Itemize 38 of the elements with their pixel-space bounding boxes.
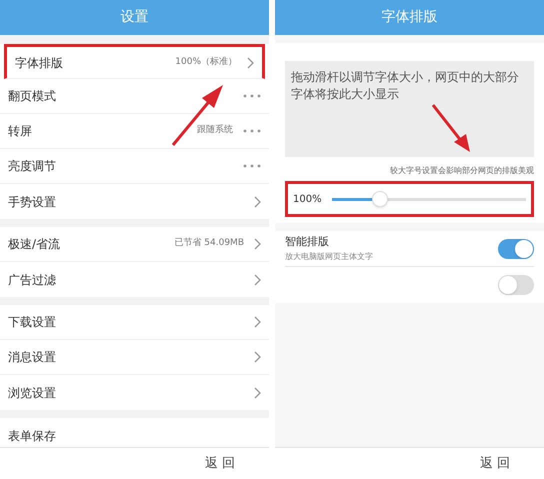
row-label: 下载设置 [8, 314, 57, 331]
back-button[interactable]: 返 回 [476, 454, 514, 474]
back-button[interactable]: 返 回 [200, 454, 239, 474]
row-label: 广告过滤 [8, 272, 57, 288]
toggle-label: 智能排版 [285, 234, 330, 250]
row-label: 极速/省流 [8, 236, 62, 253]
window-title: 设置 [120, 8, 148, 27]
toggle-switch[interactable] [498, 275, 534, 295]
chevron-right-icon [254, 351, 261, 363]
chevron-right-icon [254, 238, 261, 250]
chevron-right-icon [254, 316, 261, 328]
preview-text: 拖动滑杆以调节字体大小，网页中的大部分字体将按此大小显示 [291, 69, 520, 103]
row-label: 翻页模式 [8, 88, 57, 105]
row-value: 已节省 54.09MB [174, 237, 244, 250]
toggle-switch[interactable] [498, 238, 534, 258]
slider-reading: 100% [293, 192, 322, 206]
toggle-description: 放大电脑版网页主体文字 [285, 250, 374, 263]
row-label: 表单保存 [8, 428, 57, 444]
font-size-slider[interactable] [332, 190, 526, 208]
chevron-right-icon [254, 274, 261, 286]
row-label: 消息设置 [8, 349, 57, 366]
settings-row[interactable]: 字体排版 100%（标准） [4, 44, 265, 79]
more-icon [243, 94, 261, 98]
row-label: 浏览设置 [8, 384, 57, 402]
hint-text: 较大字号设置会影响部分网页的排版美观 [390, 165, 534, 177]
row-label: 字体排版 [15, 54, 64, 72]
more-icon [243, 164, 261, 168]
chevron-right-icon [254, 196, 261, 208]
row-label: 转屏 [8, 123, 33, 140]
row-label: 亮度调节 [8, 158, 57, 175]
row-value: 跟随系统 [197, 124, 233, 138]
row-value: 100%（标准） [175, 56, 237, 69]
chevron-right-icon [247, 56, 254, 68]
row-label: 手势设置 [8, 194, 57, 210]
chevron-right-icon [254, 386, 261, 398]
window-title: 字体排版 [382, 8, 438, 27]
more-icon [243, 129, 261, 133]
slider-thumb[interactable] [372, 191, 388, 207]
